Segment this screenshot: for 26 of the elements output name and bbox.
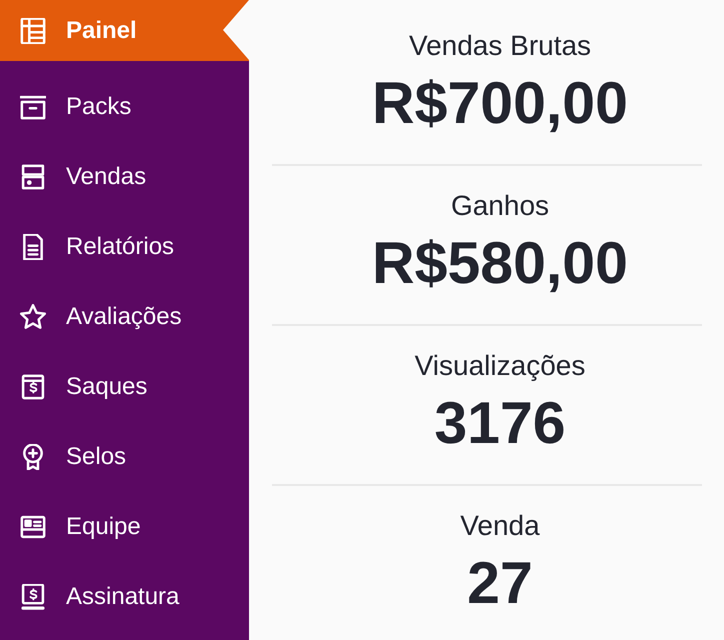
sidebar-item[interactable]: Vendas [0, 142, 249, 212]
stat-value: 27 [466, 551, 534, 615]
stat-value: R$700,00 [371, 71, 629, 135]
sidebar-item[interactable]: Equipe [0, 492, 249, 562]
star-icon [20, 304, 46, 330]
dollar-card-icon [20, 374, 46, 400]
sidebar-item[interactable]: Relatórios [0, 212, 249, 282]
table-icon [20, 18, 46, 44]
sidebar-item[interactable]: Assinatura [0, 562, 249, 632]
sidebar-item[interactable]: Avaliações [0, 282, 249, 352]
sidebar-item[interactable]: Painel [0, 0, 249, 61]
award-badge-icon [20, 444, 46, 470]
stat-label: Venda [459, 509, 541, 543]
stat-value: R$580,00 [371, 231, 629, 295]
sidebar-item[interactable]: Packs [0, 72, 249, 142]
stat-value: 3176 [433, 391, 567, 455]
stat-label: Visualizações [414, 349, 586, 383]
document-icon [20, 234, 46, 260]
sidebar-item[interactable]: Saques [0, 352, 249, 422]
sidebar-item[interactable]: Selos [0, 422, 249, 492]
stat-label: Vendas Brutas [408, 29, 592, 63]
archive-box-icon [20, 94, 46, 120]
drawers-icon [20, 164, 46, 190]
id-card-icon [20, 514, 46, 540]
dollar-screen-icon [20, 584, 46, 610]
stat-label: Ganhos [450, 189, 550, 223]
